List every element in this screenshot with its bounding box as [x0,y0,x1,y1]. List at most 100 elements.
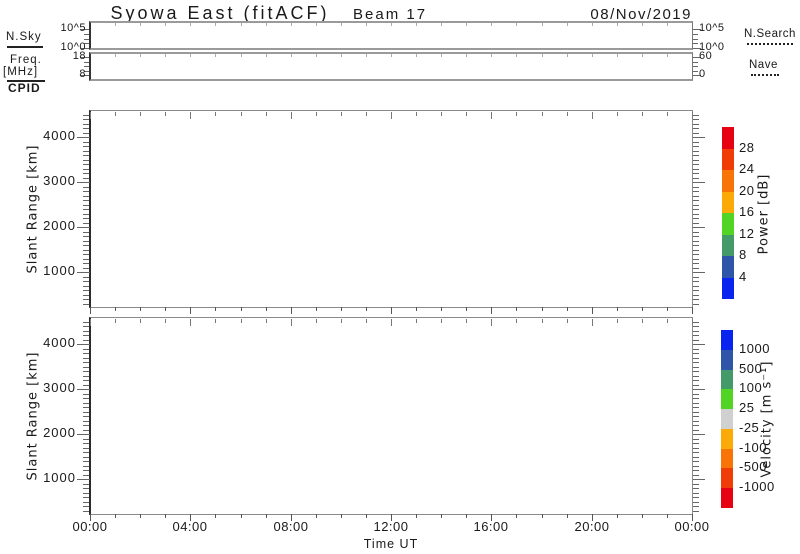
tick-mark [466,23,467,26]
tick-mark [83,119,89,120]
tick-mark [693,344,705,345]
tick-mark [693,214,699,215]
tick-mark [491,319,492,326]
tick-mark [83,236,89,237]
tick-mark [693,115,699,116]
tick-mark [667,23,668,26]
colorbar-segment [722,149,734,171]
tick-mark [83,263,89,264]
tick-mark [83,430,89,431]
tick-mark [693,155,699,156]
tick-mark [83,452,89,453]
tick-mark [83,232,89,233]
tick-mark [83,448,89,449]
colorbar-tick-label: -25 [739,421,759,436]
tick-mark [693,241,699,242]
tick-mark [140,23,141,26]
colorbar-tick-label: 12 [739,227,754,242]
colorbar-segment [722,278,734,300]
tick-mark [667,319,668,323]
tick-mark [567,23,568,26]
tick-mark [542,112,543,116]
tick-mark [366,23,367,26]
tick-mark [693,223,699,224]
colorbar-segment [721,449,733,469]
tick-mark [693,133,699,134]
tick-mark [692,307,693,314]
tick-mark [693,430,699,431]
tick-mark [83,151,89,152]
tick-mark [466,319,467,323]
tick-mark [693,164,699,165]
tick-mark [441,514,442,518]
y-tick-label: 1000 [30,264,76,279]
y-tick-label: 3000 [30,174,76,189]
tick-mark [516,319,517,323]
tick-mark [693,389,705,390]
tick-mark [693,218,699,219]
tick-mark [693,254,699,255]
tick-mark [83,259,89,260]
tick-mark [316,23,317,26]
tick-mark [83,223,89,224]
tick-mark [83,367,89,368]
tick-mark [83,362,89,363]
tick-mark [693,322,699,323]
tick-mark [693,479,705,480]
tick-mark [83,331,89,332]
tick-mark [693,385,699,386]
tick-mark [77,434,90,435]
colorbar-tick-label: 25 [739,401,754,416]
tick-mark [693,232,699,233]
nsky-legend-linestyle [7,46,43,48]
tick-mark [77,344,90,345]
tick-mark [693,461,699,462]
tick-mark [617,319,618,323]
tick-mark [83,290,89,291]
tick-mark [693,173,699,174]
tick-mark [693,349,699,350]
tick-mark [83,241,89,242]
tick-mark [83,425,89,426]
tick-mark [83,205,89,206]
tick-mark [140,54,141,57]
tick-mark [693,506,699,507]
colorbar-segment [721,370,733,390]
tick-mark [83,124,89,125]
colorbar-tick-label: 4 [739,270,747,285]
tick-mark [83,191,89,192]
nsky-legend-label: N.Sky [6,31,42,44]
tick-mark [567,514,568,518]
tick-mark [441,319,442,323]
y-tick-label: 4000 [30,336,76,351]
tick-mark [642,23,643,26]
tick-mark [77,227,90,228]
tick-mark [83,497,89,498]
tick-mark [83,398,89,399]
tick-mark [391,112,392,119]
tick-mark [693,250,699,251]
tick-mark [516,54,517,57]
tick-mark [366,112,367,116]
tick-mark [83,295,89,296]
tick-mark [693,119,699,120]
tick-mark [83,506,89,507]
tick-mark [83,209,89,210]
tick-mark [83,443,89,444]
tick-mark [83,286,89,287]
tick-mark [341,23,342,26]
tick-mark [693,412,699,413]
tick-mark [466,514,467,518]
xaxis-tick-label: 00:00 [60,520,120,535]
tick-mark [693,358,699,359]
tick-mark [693,439,699,440]
tick-mark [617,54,618,57]
tick-mark [567,307,568,311]
tick-mark [316,54,317,57]
tick-mark [241,307,242,311]
tick-mark [693,160,699,161]
cpid-label: CPID [8,82,41,96]
tick-mark [692,319,693,326]
tick-mark [83,353,89,354]
tick-mark [391,54,392,57]
